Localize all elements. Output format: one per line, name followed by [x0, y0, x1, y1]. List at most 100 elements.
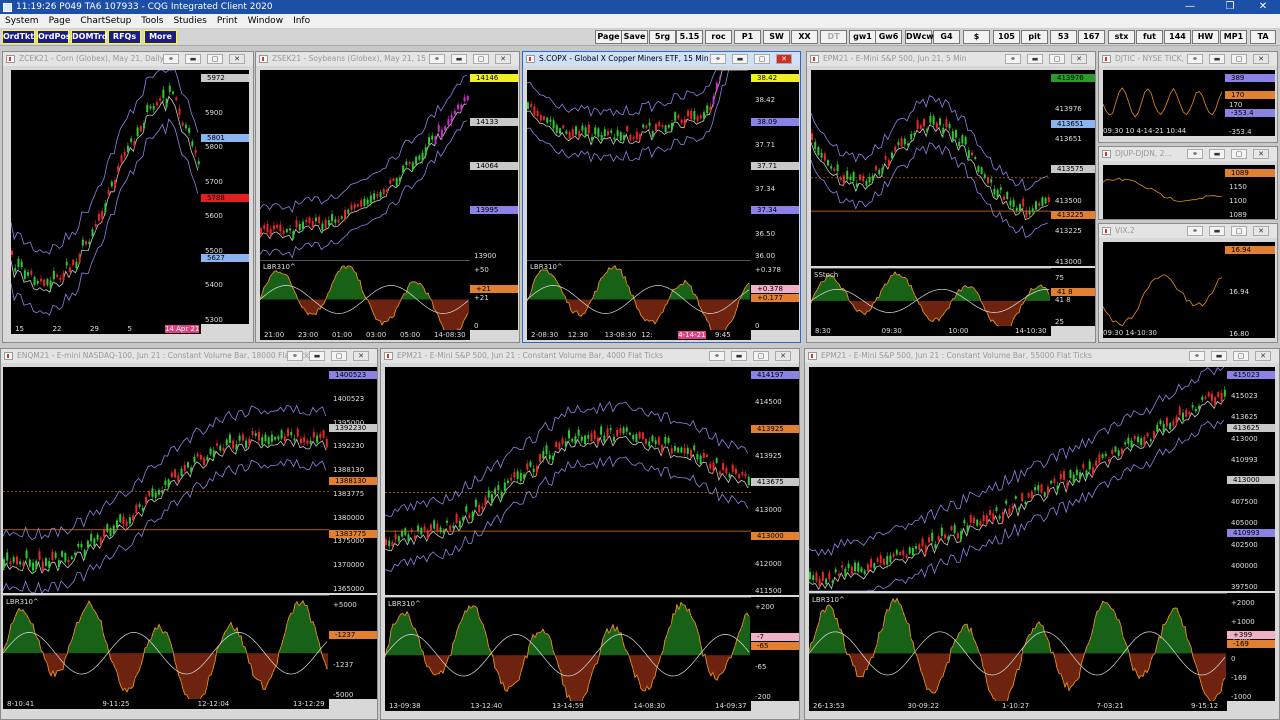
toolbar-button-9[interactable]: gw1 — [849, 30, 876, 44]
link-icon[interactable]: ⚭ — [163, 54, 179, 64]
maximize-icon[interactable]: ▢ — [473, 54, 489, 64]
link-icon[interactable]: ⚭ — [1189, 351, 1205, 361]
chart-window-7[interactable]: ENQM21 - E-mini NASDAQ-100, Jun 21 : Con… — [0, 348, 378, 720]
toolbar-button-13[interactable]: $ — [963, 30, 990, 44]
menu-system[interactable]: System — [0, 16, 44, 26]
chart-window-1[interactable]: ZSEK21 - Soybeans (Globex), May 21, 15 M… — [255, 51, 520, 343]
chart-window-9[interactable]: EPM21 - E-Mini S&P 500, Jun 21 : Constan… — [804, 348, 1280, 720]
chart-window-title[interactable]: EPM21 - E-Mini S&P 500, Jun 21 : Constan… — [805, 349, 1279, 363]
toolbar-button-4[interactable]: roc — [705, 30, 732, 44]
close-icon[interactable]: ✕ — [1253, 149, 1269, 159]
minimize-icon[interactable]: ▬ — [1027, 54, 1043, 64]
link-icon[interactable]: ⚭ — [1187, 226, 1203, 236]
chart-window-3[interactable]: EPM21 - E-Mini S&P 500, Jun 21, 5 Min ⚭ ▬ ▢… — [806, 51, 1096, 343]
maximize-icon[interactable]: ▢ — [1233, 351, 1249, 361]
price-plot[interactable] — [809, 367, 1227, 591]
toolbar-button-3[interactable]: 5.15 — [676, 30, 703, 44]
maximize-icon[interactable]: ▢ — [1231, 54, 1247, 64]
link-icon[interactable]: ⚭ — [287, 351, 303, 361]
order-button-ordtkt[interactable]: OrdTkt — [2, 30, 35, 44]
price-plot[interactable] — [1103, 165, 1225, 219]
study-pane[interactable]: LBR310^ — [3, 595, 329, 699]
chart-window-0[interactable]: ZCEK21 - Corn (Globex), May 21, Daily ⚭ ▬ ▢… — [2, 51, 254, 343]
menu-page[interactable]: Page — [44, 16, 76, 26]
close-icon[interactable]: ✕ — [229, 54, 245, 64]
price-plot[interactable] — [527, 70, 751, 260]
toolbar-button-18[interactable]: stx — [1108, 30, 1135, 44]
toolbar-button-8[interactable]: DT — [820, 30, 847, 44]
maximize-icon[interactable]: ▢ — [754, 54, 770, 64]
study-pane[interactable]: LBR310^ — [527, 260, 751, 330]
price-plot[interactable] — [3, 367, 329, 593]
toolbar-button-15[interactable]: pit — [1021, 30, 1048, 44]
link-icon[interactable]: ⚭ — [709, 351, 725, 361]
toolbar-button-21[interactable]: HW — [1192, 30, 1219, 44]
toolbar-button-11[interactable]: DWcw — [905, 30, 934, 44]
toolbar-button-20[interactable]: 144 — [1164, 30, 1191, 44]
price-plot[interactable] — [811, 70, 1051, 266]
maximize-icon[interactable]: ▢ — [753, 351, 769, 361]
toolbar-button-7[interactable]: XX — [791, 30, 818, 44]
order-button-rfqs[interactable]: RFQs — [108, 30, 141, 44]
minimize-icon[interactable]: ▬ — [1209, 149, 1225, 159]
minimize-icon[interactable]: ▬ — [1209, 226, 1225, 236]
minimize-icon[interactable]: ▬ — [309, 351, 325, 361]
price-plot[interactable] — [1103, 242, 1225, 338]
minimize-icon[interactable]: ▬ — [1211, 351, 1227, 361]
price-plot[interactable] — [385, 367, 751, 595]
link-icon[interactable]: ⚭ — [1187, 149, 1203, 159]
menu-chartsetup[interactable]: ChartSetup — [75, 16, 136, 26]
maximize-icon[interactable]: ▢ — [1049, 54, 1065, 64]
link-icon[interactable]: ⚭ — [429, 54, 445, 64]
study-pane[interactable]: SStoch — [811, 268, 1051, 326]
menu-print[interactable]: Print — [212, 16, 243, 26]
toolbar-button-19[interactable]: fut — [1136, 30, 1163, 44]
close-icon[interactable]: ✕ — [775, 351, 791, 361]
close-icon[interactable]: ✕ — [776, 54, 792, 64]
toolbar-button-1[interactable]: Save — [621, 30, 648, 44]
close-icon[interactable]: ✕ — [1255, 351, 1271, 361]
toolbar-button-5[interactable]: P1 — [734, 30, 761, 44]
study-pane[interactable]: LBR310^ — [385, 597, 751, 701]
minimize-icon[interactable]: ▬ — [732, 54, 748, 64]
toolbar-button-6[interactable]: SW — [763, 30, 790, 44]
minimize-icon[interactable]: ▬ — [451, 54, 467, 64]
menu-tools[interactable]: Tools — [136, 16, 168, 26]
order-button-ordpos[interactable]: OrdPos — [37, 30, 71, 44]
study-pane[interactable]: LBR310^ — [260, 260, 470, 330]
close-icon[interactable]: ✕ — [1253, 226, 1269, 236]
minimize-icon[interactable]: ▬ — [185, 54, 201, 64]
maximize-icon[interactable]: ▢ — [207, 54, 223, 64]
toolbar-button-17[interactable]: 167 — [1078, 30, 1105, 44]
minimize-icon[interactable]: ▬ — [731, 351, 747, 361]
toolbar-button-0[interactable]: Page — [595, 30, 622, 44]
close-icon[interactable]: ✕ — [495, 54, 511, 64]
toolbar-button-16[interactable]: 53 — [1050, 30, 1077, 44]
close-icon[interactable]: ✕ — [1071, 54, 1087, 64]
menu-window[interactable]: Window — [243, 16, 289, 26]
chart-window-4[interactable]: DJTIC - NYSE TICK, ...⚭▬▢✕389170-353.438… — [1098, 51, 1278, 143]
menu-studies[interactable]: Studies — [168, 16, 211, 26]
maximize-icon[interactable]: ▢ — [1231, 226, 1247, 236]
price-plot[interactable] — [260, 70, 470, 260]
toolbar-button-12[interactable]: G4 — [933, 30, 960, 44]
order-button-domtrd[interactable]: DOMTrd — [71, 30, 108, 44]
toolbar-button-22[interactable]: MP1 — [1220, 30, 1247, 44]
link-icon[interactable]: ⚭ — [1005, 54, 1021, 64]
order-button-more[interactable]: More — [144, 30, 177, 44]
link-icon[interactable]: ⚭ — [710, 54, 726, 64]
maximize-icon[interactable]: ▢ — [331, 351, 347, 361]
toolbar-button-10[interactable]: Gw6 — [875, 30, 902, 44]
chart-window-5[interactable]: DJUP-DJDN, 2...⚭▬▢✕12001150110010891089 — [1098, 146, 1278, 220]
restore-icon[interactable]: ❐ — [1215, 0, 1245, 14]
menu-info[interactable]: Info — [288, 16, 315, 26]
study-pane[interactable]: LBR310^ — [809, 593, 1227, 701]
chart-window-6[interactable]: VIX.2⚭▬▢✕17.0016.9416.8016.9409:30 14-10… — [1098, 223, 1278, 343]
chart-window-8[interactable]: EPM21 - E-Mini S&P 500, Jun 21 : Constan… — [380, 348, 800, 720]
toolbar-button-2[interactable]: 5rg — [649, 30, 676, 44]
minimize-icon[interactable]: ▬ — [1209, 54, 1225, 64]
toolbar-button-14[interactable]: 105 — [993, 30, 1020, 44]
link-icon[interactable]: ⚭ — [1187, 54, 1203, 64]
minimize-icon[interactable]: — — [1175, 0, 1205, 14]
close-icon[interactable]: ✕ — [353, 351, 369, 361]
